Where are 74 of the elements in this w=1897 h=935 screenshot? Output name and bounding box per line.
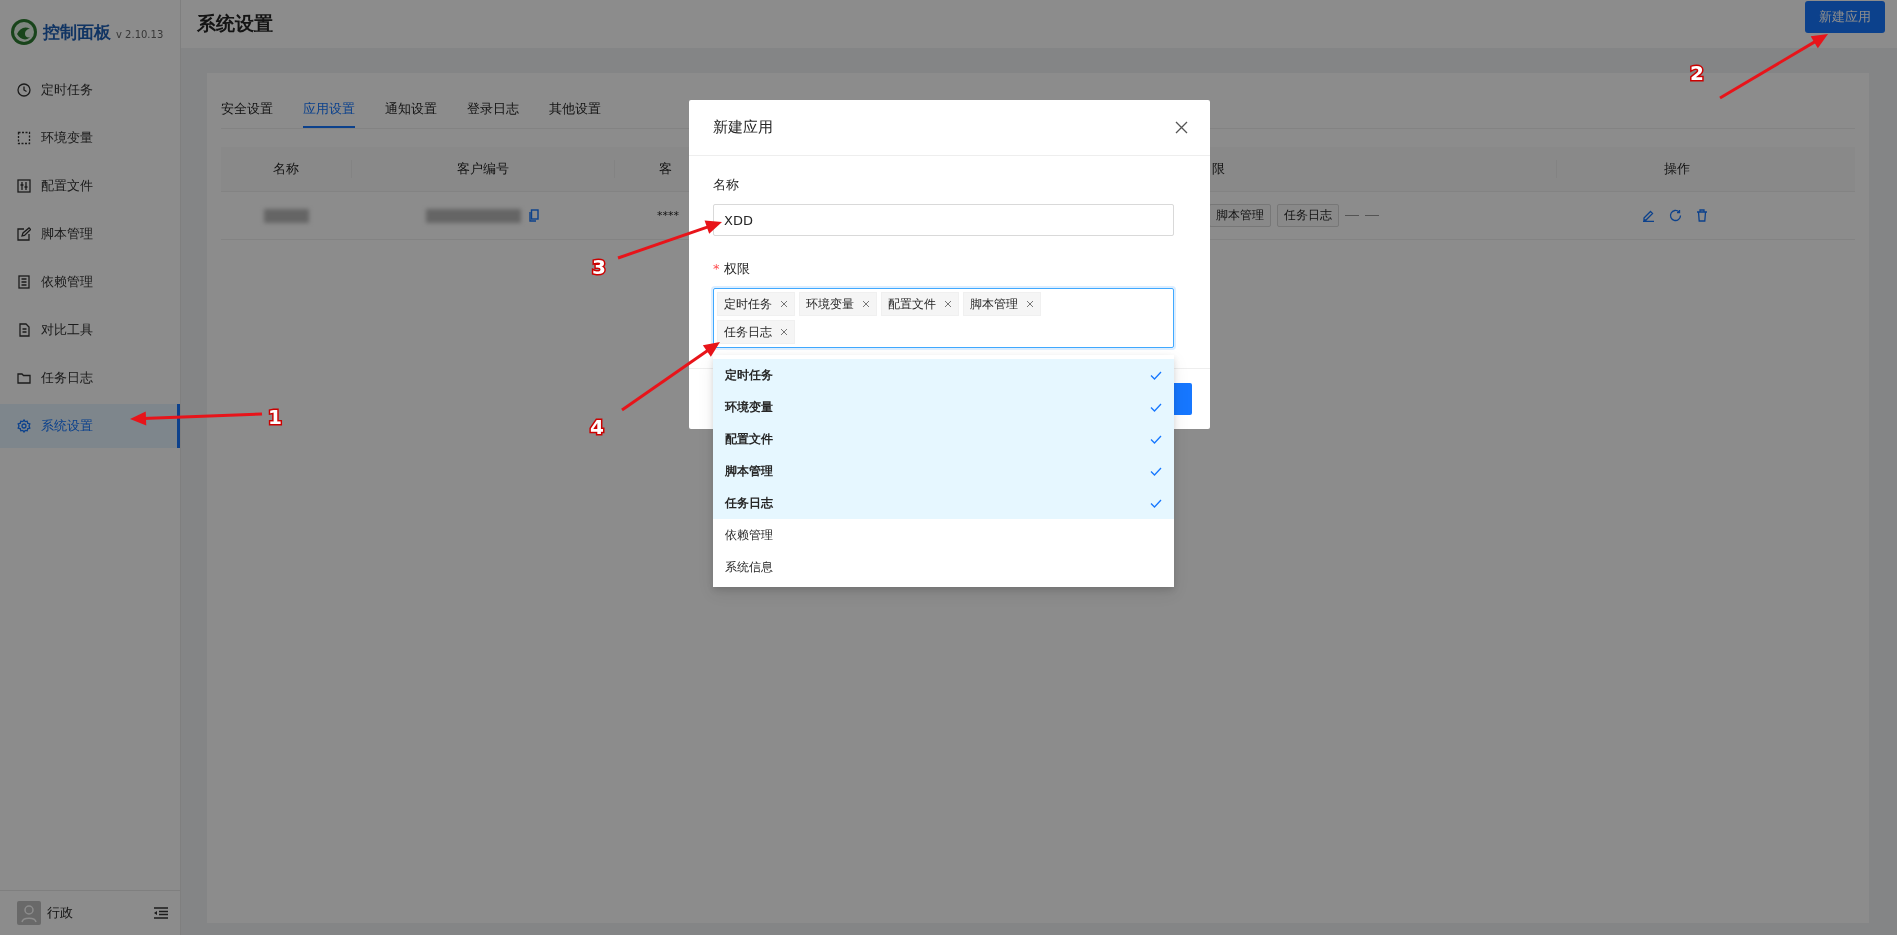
- dash-mark: [1365, 215, 1379, 216]
- column-header: 限: [1212, 161, 1225, 176]
- remove-icon[interactable]: [1026, 300, 1034, 308]
- dropdown-option[interactable]: 配置文件: [713, 423, 1174, 455]
- dropdown-option[interactable]: 环境变量: [713, 391, 1174, 423]
- redacted-name: [263, 208, 309, 223]
- tab[interactable]: 安全设置: [221, 93, 273, 128]
- name-input-field[interactable]: XDD: [713, 204, 1174, 236]
- doc-icon: [17, 275, 31, 289]
- annotation-number: 2: [1690, 61, 1704, 85]
- field-label: 权限: [723, 261, 750, 276]
- tab[interactable]: 通知设置: [385, 93, 437, 128]
- permission-tag: 脚本管理: [1209, 204, 1271, 227]
- dropdown-option[interactable]: 脚本管理: [713, 455, 1174, 487]
- menu-item[interactable]: 环境变量: [0, 116, 180, 160]
- column-header: 客: [659, 161, 672, 176]
- menu-item[interactable]: 依赖管理: [0, 260, 180, 304]
- frame-icon: [17, 131, 31, 145]
- remove-icon[interactable]: [780, 328, 788, 336]
- selected-tag: 定时任务: [717, 292, 795, 316]
- tab[interactable]: 登录日志: [467, 93, 519, 128]
- menu-item[interactable]: 任务日志: [0, 356, 180, 400]
- selected-tag: 任务日志: [717, 320, 795, 344]
- menu-item[interactable]: 定时任务: [0, 68, 180, 112]
- tab[interactable]: 其他设置: [549, 93, 601, 128]
- dropdown-option[interactable]: 任务日志: [713, 487, 1174, 519]
- selected-tag: 脚本管理: [963, 292, 1041, 316]
- field-label: 名称: [713, 177, 739, 192]
- delete-icon[interactable]: [1696, 209, 1708, 222]
- dropdown-option[interactable]: 定时任务: [713, 359, 1174, 391]
- collapse-menu-icon[interactable]: [154, 907, 168, 919]
- menu-item[interactable]: 对比工具: [0, 308, 180, 352]
- check-icon: [1150, 434, 1162, 444]
- required-mark: *: [713, 261, 720, 276]
- dropdown-option[interactable]: 系统信息: [713, 551, 1174, 583]
- column-header: 名称: [273, 161, 299, 176]
- copy-icon[interactable]: [528, 209, 539, 222]
- column-header: 操作: [1664, 161, 1690, 176]
- check-icon: [1150, 466, 1162, 476]
- menu-item[interactable]: 配置文件: [0, 164, 180, 208]
- annotation-number: 1: [268, 405, 282, 429]
- clock-icon: [17, 83, 31, 97]
- dialog-title: 新建应用: [713, 118, 773, 137]
- remove-icon[interactable]: [780, 300, 788, 308]
- dropdown-option[interactable]: 依赖管理: [713, 519, 1174, 551]
- sliders-icon: [17, 179, 31, 193]
- dragon-logo-icon: [10, 18, 38, 46]
- close-icon[interactable]: [1175, 121, 1188, 134]
- annotation-number: 4: [590, 415, 604, 439]
- check-icon: [1150, 370, 1162, 380]
- new-app-button[interactable]: 新建应用: [1805, 1, 1885, 33]
- remove-icon[interactable]: [862, 300, 870, 308]
- dash-mark: [1345, 215, 1359, 216]
- edit-icon[interactable]: [1642, 209, 1655, 222]
- check-icon: [1150, 402, 1162, 412]
- check-icon: [1150, 498, 1162, 508]
- table-cell: ****: [657, 209, 679, 222]
- menu-item[interactable]: 脚本管理: [0, 212, 180, 256]
- app-title: 控制面板: [43, 20, 111, 44]
- selected-tag: 配置文件: [881, 292, 959, 316]
- selected-tag: 环境变量: [799, 292, 877, 316]
- annotation-number: 3: [592, 255, 606, 279]
- column-header: 客户编号: [457, 161, 509, 176]
- gear-icon: [17, 419, 31, 433]
- user-name: 行政: [47, 904, 74, 922]
- compare-icon: [17, 323, 31, 337]
- version-label: v 2.10.13: [116, 29, 164, 40]
- permission-tag: 任务日志: [1277, 204, 1339, 227]
- reload-icon[interactable]: [1669, 209, 1682, 222]
- folder-icon: [17, 371, 31, 385]
- tab[interactable]: 应用设置: [303, 93, 355, 128]
- remove-icon[interactable]: [944, 300, 952, 308]
- page-title: 系统设置: [197, 11, 273, 36]
- edit-icon: [17, 227, 31, 241]
